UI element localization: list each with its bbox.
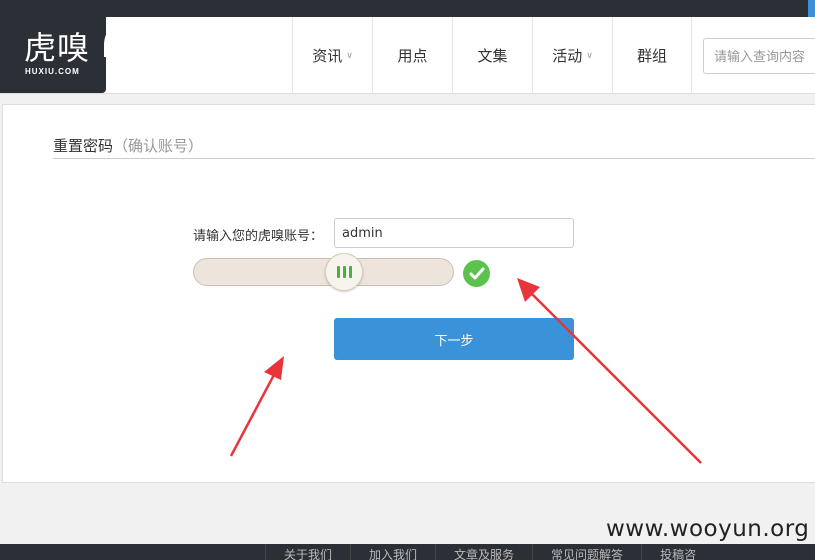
page-title: 重置密码（确认账号） [53, 135, 203, 156]
nav-item-collections[interactable]: 文集 [452, 17, 532, 94]
nav-item-dots[interactable]: 用点 [372, 17, 452, 94]
page-title-main: 重置密码 [53, 137, 114, 155]
logo-title: 虎嗅 [24, 29, 91, 67]
page-title-step: （确认账号） [113, 137, 204, 155]
checkmark-icon [463, 260, 490, 287]
logo-curve [104, 17, 140, 57]
account-input[interactable] [334, 218, 574, 248]
main-nav: 资讯 ∨ 用点 文集 活动 ∨ 群组 [292, 17, 692, 94]
footer-link[interactable]: 投稿咨 [641, 544, 714, 560]
captcha-slider-handle[interactable] [325, 253, 363, 291]
reset-password-panel: 重置密码（确认账号） 请输入您的虎嗅账号： 下一步 [2, 104, 815, 483]
footer-link[interactable]: 关于我们 [265, 544, 350, 560]
topbar-accent [808, 0, 815, 17]
captcha-slider-track[interactable] [193, 258, 454, 286]
logo-subtitle: HUXIU.COM [25, 67, 80, 76]
grip-icon [336, 266, 352, 278]
nav-item-label: 群组 [636, 47, 667, 65]
nav-item-groups[interactable]: 群组 [612, 17, 692, 94]
nav-item-label: 用点 [397, 47, 428, 65]
chevron-down-icon: ∨ [586, 50, 593, 61]
watermark: www.wooyun.org [606, 516, 810, 542]
nav-item-events[interactable]: 活动 ∨ [532, 17, 612, 94]
search-input[interactable] [703, 38, 815, 74]
footer: 关于我们 加入我们 文章及服务 常见问题解答 投稿咨 [0, 544, 815, 560]
account-label: 请输入您的虎嗅账号： [193, 229, 324, 244]
logo-area[interactable]: 虎嗅 HUXIU.COM [0, 0, 140, 94]
next-step-button[interactable]: 下一步 [334, 318, 574, 360]
nav-item-news[interactable]: 资讯 ∨ [292, 17, 372, 94]
footer-link[interactable]: 文章及服务 [435, 544, 532, 560]
nav-item-label: 活动 [552, 47, 583, 65]
chevron-down-icon: ∨ [346, 50, 353, 61]
nav-item-label: 资讯 [312, 47, 343, 65]
nav-item-label: 文集 [477, 47, 508, 65]
footer-link[interactable]: 加入我们 [350, 544, 435, 560]
title-divider [53, 158, 815, 159]
footer-link[interactable]: 常见问题解答 [532, 544, 641, 560]
